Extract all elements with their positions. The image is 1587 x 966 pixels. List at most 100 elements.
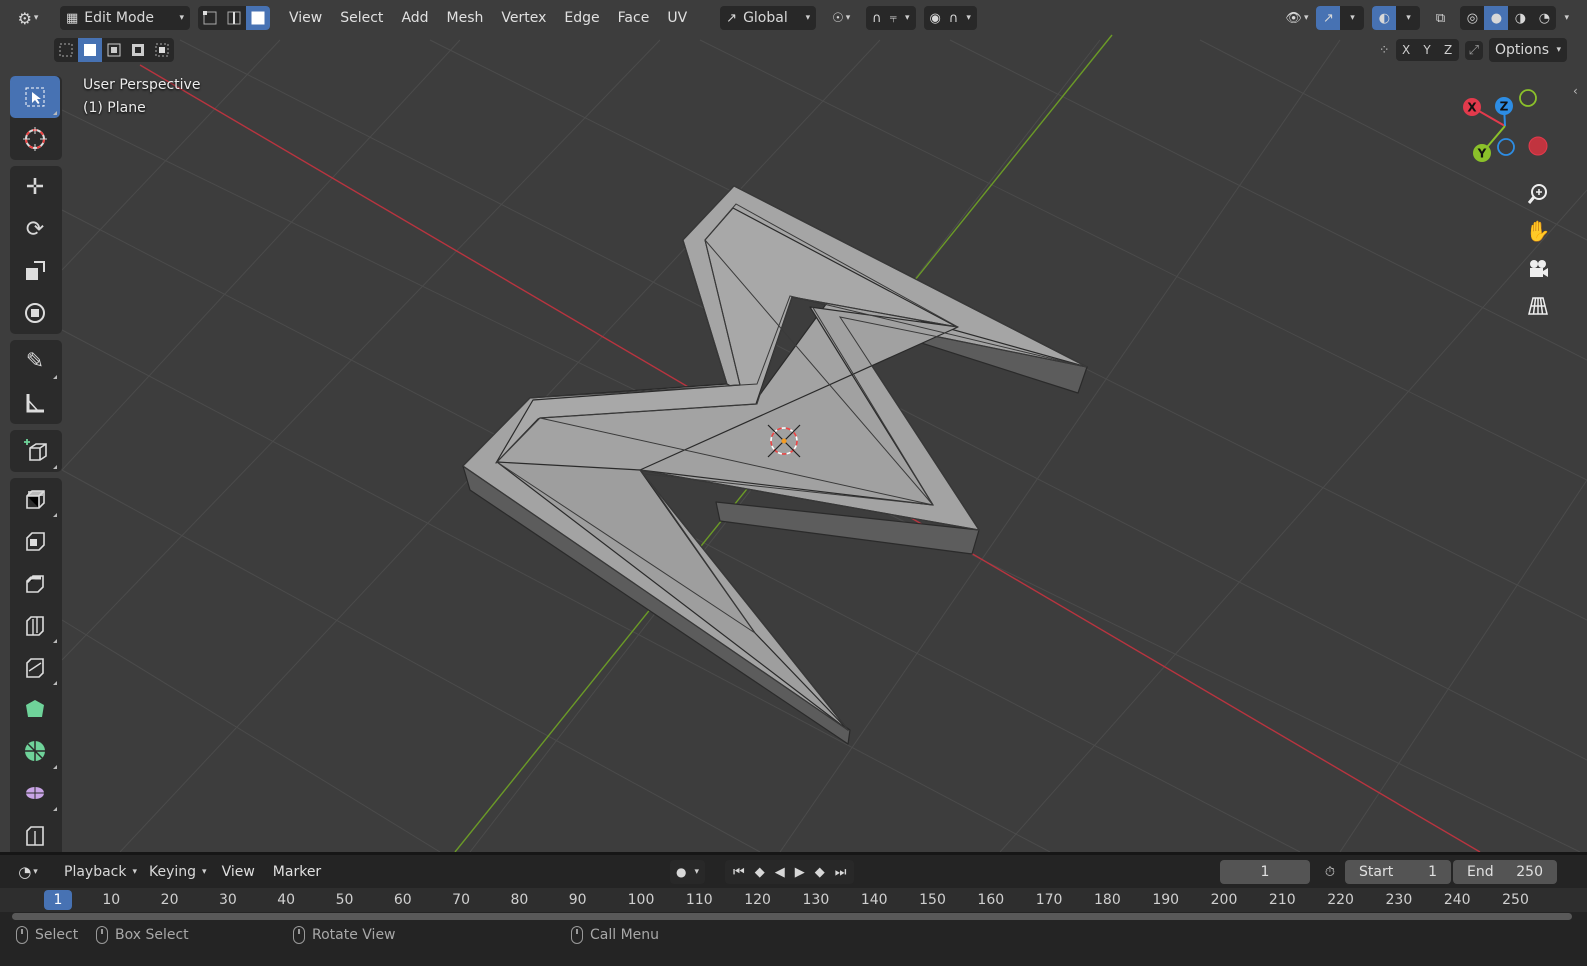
box-select-mode-toggle[interactable] [54, 38, 174, 62]
options-dropdown[interactable]: Options ▾ [1489, 38, 1567, 62]
select-subtract-icon[interactable] [102, 38, 126, 62]
mode-dropdown[interactable]: ▦ Edit Mode ▾ [60, 6, 190, 30]
transform-orientation-dropdown[interactable]: ↗ Global ▾ [720, 6, 817, 30]
keying-menu[interactable]: Keying ▾ [143, 860, 213, 884]
play-icon[interactable]: ▶ [795, 865, 805, 880]
shading-mode-toggle[interactable]: ◎ ● ◑ ◔ [1460, 6, 1557, 30]
snapping-group[interactable]: ∩ ⫧ ▾ [866, 6, 916, 30]
smooth-tool[interactable] [10, 772, 60, 814]
menu-select[interactable]: Select [331, 6, 392, 30]
select-new-icon[interactable] [54, 38, 78, 62]
snap-toggle-icon[interactable]: ∩ [872, 11, 882, 26]
poly-build-tool[interactable] [10, 688, 60, 730]
rendered-shading-icon[interactable]: ◔ [1532, 6, 1556, 30]
scale-tool[interactable] [10, 250, 60, 292]
gizmo-neg-x[interactable] [1528, 136, 1548, 156]
proportional-edit-icon[interactable]: ◉ [930, 11, 941, 26]
menu-add[interactable]: Add [392, 6, 437, 30]
jump-start-icon[interactable]: ⏮ [733, 865, 745, 880]
spin-tool[interactable] [10, 730, 60, 772]
select-extend-icon[interactable] [78, 38, 102, 62]
navigation-gizmo[interactable]: X Z Y [1455, 86, 1555, 166]
shading-chevron-down-icon[interactable]: ▾ [1564, 13, 1569, 23]
material-shading-icon[interactable]: ◑ [1508, 6, 1532, 30]
scene-canvas[interactable] [0, 0, 1587, 852]
camera-view-button[interactable] [1522, 253, 1554, 285]
start-frame-field[interactable]: Start 1 [1345, 860, 1451, 884]
transform-tool[interactable] [10, 292, 60, 334]
select-mode-toggle[interactable] [198, 6, 270, 30]
menu-mesh[interactable]: Mesh [438, 6, 493, 30]
gizmo-toggle[interactable]: ↗ ▾ [1316, 6, 1365, 30]
chevron-down-icon[interactable]: ▾ [1340, 6, 1364, 30]
face-select-icon[interactable] [246, 6, 270, 30]
annotate-tool[interactable]: ✎ [10, 340, 60, 382]
mirror-z-button[interactable]: Z [1438, 39, 1459, 61]
timeline-view-menu[interactable]: View [213, 860, 264, 884]
overlays-toggle[interactable]: ◐ ▾ [1372, 6, 1421, 30]
select-invert-icon[interactable] [126, 38, 150, 62]
rotate-tool[interactable]: ⟳ [10, 208, 60, 250]
mesh-object[interactable] [462, 185, 1088, 745]
snap-target-icon[interactable]: ⫧ [890, 11, 897, 26]
sidebar-toggle-arrow-icon[interactable]: ‹ [1573, 84, 1578, 98]
vertex-select-icon[interactable] [198, 6, 222, 30]
editor-type-button[interactable]: ⚙ ▾ [8, 6, 48, 30]
menu-vertex[interactable]: Vertex [492, 6, 555, 30]
edge-slide-tool[interactable] [10, 814, 60, 852]
auto-keying-toggle[interactable]: ● ▾ [670, 860, 706, 884]
3d-viewport[interactable]: ⚙ ▾ ▦ Edit Mode ▾ View Select Add Mesh V… [0, 0, 1587, 852]
frame-ruler[interactable]: 1 10 20 30 40 50 60 70 80 90 100 110 120 130 140 150 16… [0, 888, 1587, 912]
xray-toggle[interactable]: ⧉ [1428, 6, 1452, 30]
zoom-view-button[interactable] [1522, 178, 1554, 210]
pivot-point-dropdown[interactable]: ☉ ▾ [822, 6, 860, 30]
object-visibility-dropdown[interactable]: 👁 ▾ [1285, 6, 1308, 30]
mirror-axis-toggle[interactable]: X Y Z [1395, 39, 1459, 61]
timeline-scrollbar[interactable] [12, 913, 1572, 920]
falloff-icon[interactable]: ∩ [949, 11, 959, 26]
chevron-down-icon[interactable]: ▾ [1396, 6, 1420, 30]
menu-face[interactable]: Face [609, 6, 659, 30]
menu-uv[interactable]: UV [658, 6, 696, 30]
playback-menu[interactable]: Playback ▾ [58, 860, 143, 884]
play-reverse-icon[interactable]: ◀ [775, 865, 785, 880]
proportional-editing-group[interactable]: ◉ ∩ ▾ [923, 6, 977, 30]
measure-tool[interactable] [10, 382, 60, 424]
extrude-region-tool[interactable] [10, 478, 60, 520]
ruler-current-frame[interactable]: 1 [44, 890, 72, 910]
gizmo-neg-y[interactable] [1519, 89, 1537, 107]
timeline-marker-menu[interactable]: Marker [264, 860, 330, 884]
menu-view[interactable]: View [280, 6, 331, 30]
prev-keyframe-icon[interactable]: ◆ [755, 865, 765, 880]
pivot-icon: ☉ [832, 10, 844, 26]
edge-select-icon[interactable] [222, 6, 246, 30]
mirror-y-button[interactable]: Y [1417, 39, 1438, 61]
overlays-icon[interactable]: ◐ [1372, 6, 1397, 30]
cursor-tool[interactable] [10, 118, 60, 160]
select-box-tool[interactable] [10, 76, 60, 118]
ruler-icon [26, 394, 44, 413]
move-tool[interactable]: ✛ [10, 166, 60, 208]
jump-end-icon[interactable]: ⏭ [835, 865, 847, 880]
mirror-icon[interactable]: ⁘ [1379, 43, 1390, 58]
topology-mirror-icon[interactable]: ⤢ [1464, 40, 1483, 60]
gizmo-neg-z[interactable] [1497, 138, 1515, 156]
mirror-x-button[interactable]: X [1396, 39, 1417, 61]
add-cube-tool[interactable] [10, 430, 60, 472]
inset-faces-tool[interactable] [10, 520, 60, 562]
gizmo-icon[interactable]: ↗ [1316, 6, 1341, 30]
preview-range-toggle[interactable]: ⏱ [1318, 860, 1342, 884]
timeline-editor-type-button[interactable]: ◔ ▾ [8, 860, 48, 884]
toggle-perspective-button[interactable] [1522, 290, 1554, 322]
bevel-tool[interactable] [10, 562, 60, 604]
select-intersect-icon[interactable] [150, 38, 174, 62]
knife-tool[interactable] [10, 646, 60, 688]
solid-shading-icon[interactable]: ● [1484, 6, 1509, 30]
next-keyframe-icon[interactable]: ◆ [815, 865, 825, 880]
current-frame-field[interactable]: 1 [1220, 860, 1310, 884]
loop-cut-tool[interactable] [10, 604, 60, 646]
menu-edge[interactable]: Edge [555, 6, 608, 30]
wireframe-shading-icon[interactable]: ◎ [1460, 6, 1484, 30]
pan-view-button[interactable]: ✋ [1522, 215, 1554, 247]
end-frame-field[interactable]: End 250 [1453, 860, 1557, 884]
